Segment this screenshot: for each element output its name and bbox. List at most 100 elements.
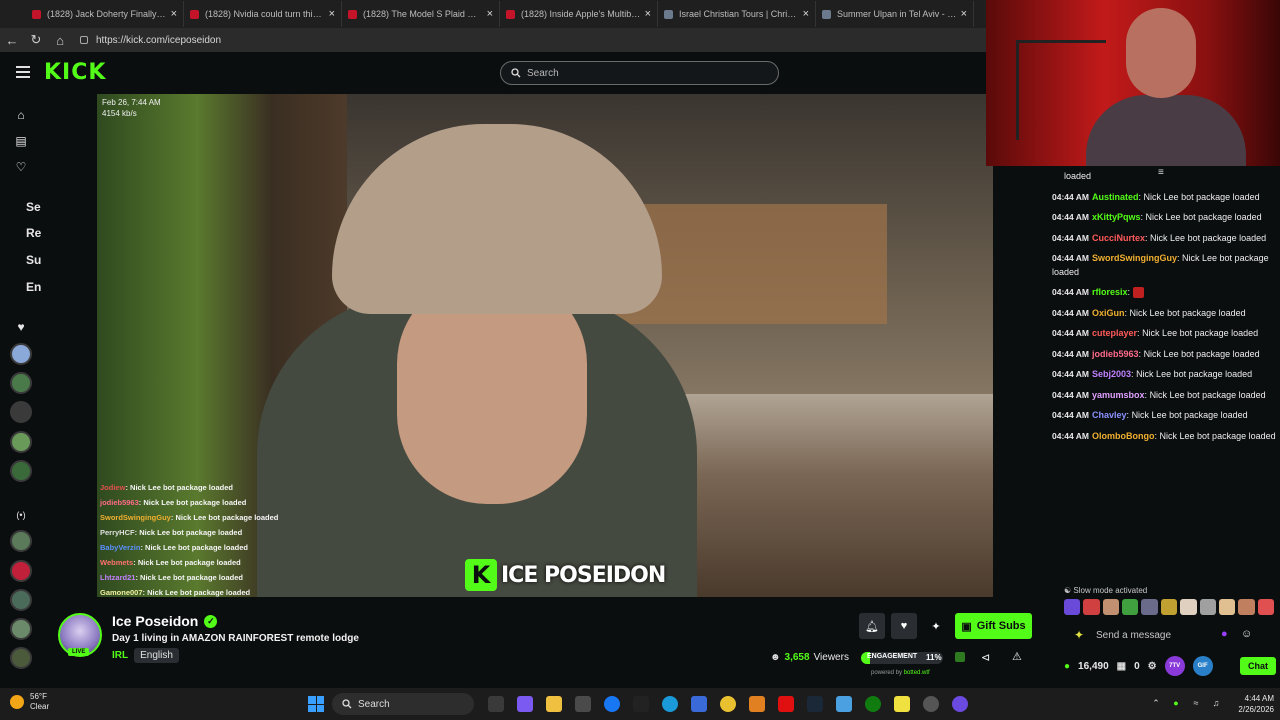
chat-username[interactable]: xKittyPqws — [1092, 212, 1141, 222]
notification-bell-icon[interactable]: 🔔︎ — [859, 613, 885, 639]
followed-channel-avatar[interactable] — [10, 343, 32, 365]
chat-username[interactable]: OxiGun — [1092, 308, 1125, 318]
sidebar-item-su[interactable]: Su — [26, 253, 41, 267]
browser-tab[interactable]: (1828) The Model S Plaid Walked × — [342, 1, 500, 27]
heart-icon[interactable]: ♡ — [12, 158, 30, 176]
sidebar-item-en[interactable]: En — [26, 280, 41, 294]
tray-chevron-icon[interactable]: ⌃ — [1150, 697, 1162, 709]
emote-icon[interactable]: ● — [1221, 628, 1228, 640]
emote-icon[interactable] — [1257, 599, 1274, 615]
search-input[interactable] — [527, 67, 767, 79]
close-tab-icon[interactable]: × — [961, 8, 967, 20]
emote-icon[interactable] — [1102, 599, 1120, 615]
smiley-icon[interactable]: ☺ — [1241, 628, 1252, 640]
app-icon[interactable] — [952, 696, 968, 712]
sparkle-icon[interactable]: ✦ — [1074, 628, 1084, 642]
browse-icon[interactable]: ▤ — [12, 132, 30, 150]
site-info-icon[interactable] — [80, 36, 88, 44]
chat-username[interactable]: cuteplayer — [1092, 328, 1137, 338]
notes-icon[interactable] — [894, 696, 910, 712]
close-tab-icon[interactable]: × — [487, 8, 493, 20]
edge-icon[interactable] — [662, 696, 678, 712]
recommended-channel-avatar[interactable] — [10, 618, 32, 640]
chat-username[interactable]: yamumsbox — [1092, 390, 1145, 400]
amazon-icon[interactable] — [633, 696, 649, 712]
chat-username[interactable]: jodieb5963 — [1092, 349, 1139, 359]
facebook-icon[interactable] — [604, 696, 620, 712]
taskbar-search[interactable]: Search — [332, 693, 474, 715]
url-text[interactable]: https://kick.com/iceposeidon — [96, 35, 221, 46]
recommended-channel-avatar[interactable] — [10, 560, 32, 582]
gif-button[interactable]: GIF — [1192, 656, 1213, 676]
followed-channel-avatar[interactable] — [10, 460, 32, 482]
chat-username[interactable]: Chavley — [1092, 410, 1127, 420]
category-link[interactable]: IRL — [112, 650, 128, 661]
sparkle-clip-icon[interactable]: ✦ — [923, 613, 949, 639]
store-icon[interactable] — [575, 696, 591, 712]
chrome-icon[interactable] — [720, 696, 736, 712]
emote-icon[interactable] — [1199, 599, 1216, 615]
windows-start-icon[interactable] — [308, 696, 324, 712]
url-field[interactable]: https://kick.com/iceposeidon — [80, 35, 221, 46]
emote-icon[interactable] — [1180, 599, 1197, 615]
browser-tab[interactable]: Israel Christian Tours | Christian To × — [658, 1, 816, 27]
chat-username[interactable]: CucciNurtex — [1092, 233, 1145, 243]
home-icon[interactable]: ⌂ — [48, 28, 72, 52]
file-explorer-icon[interactable] — [546, 696, 562, 712]
emote-icon[interactable] — [1122, 599, 1139, 615]
recommended-channel-avatar[interactable] — [10, 589, 32, 611]
home-icon[interactable]: ⌂ — [12, 106, 30, 124]
steam-icon[interactable] — [807, 696, 823, 712]
gift-subs-button[interactable]: ▣ Gift Subs — [955, 613, 1032, 639]
chat-username[interactable]: Sebj2003 — [1092, 369, 1131, 379]
close-tab-icon[interactable]: × — [645, 8, 651, 20]
emote-icon[interactable] — [1083, 599, 1100, 615]
search-box[interactable] — [500, 61, 779, 85]
language-tag[interactable]: English — [134, 648, 179, 663]
followed-channel-avatar[interactable] — [10, 431, 32, 453]
recommended-channel-avatar[interactable] — [10, 647, 32, 669]
browser-tab[interactable]: (1828) Nvidia could turn this whol × — [184, 1, 342, 27]
emote-icon[interactable] — [1218, 599, 1236, 615]
xbox-icon[interactable] — [865, 696, 881, 712]
chat-username[interactable]: SwordSwingingGuy — [1092, 253, 1177, 263]
sidebar-item-re[interactable]: Re — [26, 226, 41, 240]
wifi-icon[interactable]: ≈ — [1190, 697, 1202, 709]
emote-icon[interactable] — [1064, 599, 1081, 615]
obs-icon[interactable] — [923, 696, 939, 712]
7tv-button[interactable]: 7TV — [1164, 656, 1185, 676]
taskbar-clock[interactable]: 4:44 AM 2/26/2026 — [1230, 693, 1274, 715]
streamer-name[interactable]: Ice Poseidon ✓ — [112, 613, 218, 629]
youtube-icon[interactable] — [778, 696, 794, 712]
browser-tab[interactable]: (1828) Inside Apple's Multibillion- × — [500, 1, 658, 27]
menu-icon[interactable] — [16, 66, 30, 78]
streamer-name-text[interactable]: Ice Poseidon — [112, 613, 198, 629]
emote-icon[interactable] — [1238, 599, 1255, 615]
follow-heart-icon[interactable]: ♥ — [891, 613, 917, 639]
settings-gear-icon[interactable]: ⚙ — [1148, 661, 1157, 672]
sidebar-item-se[interactable]: Se — [26, 200, 41, 214]
chat-username[interactable]: rfloresix — [1092, 287, 1128, 297]
close-tab-icon[interactable]: × — [171, 8, 177, 20]
recommended-channel-avatar[interactable] — [10, 530, 32, 552]
task-view-icon[interactable] — [488, 696, 504, 712]
report-warning-icon[interactable]: ⚠ — [1012, 650, 1022, 663]
calculator-icon[interactable] — [691, 696, 707, 712]
close-tab-icon[interactable]: × — [329, 8, 335, 20]
chat-input-box[interactable]: ✦ ● ☺ — [1066, 624, 1262, 646]
volume-icon[interactable]: ♫ — [1210, 697, 1222, 709]
share-icon[interactable]: ⊲ — [981, 651, 990, 664]
vlc-icon[interactable] — [749, 696, 765, 712]
chat-username[interactable]: OlomboBongo — [1092, 431, 1155, 441]
weather-widget[interactable]: 56°F Clear — [10, 692, 49, 712]
kick-logo[interactable]: KICK — [44, 60, 106, 85]
copilot-icon[interactable] — [517, 696, 533, 712]
back-icon[interactable]: ← — [0, 28, 24, 52]
browser-tab[interactable]: Summer Ulpan in Tel Aviv - Learn × — [816, 1, 974, 27]
chat-username[interactable]: Austinated — [1092, 192, 1139, 202]
followed-channel-avatar[interactable] — [10, 372, 32, 394]
chat-input[interactable] — [1096, 629, 1216, 641]
mic-tray-icon[interactable]: ● — [1170, 697, 1182, 709]
chat-send-button[interactable]: Chat — [1240, 657, 1276, 675]
app-icon[interactable] — [836, 696, 852, 712]
